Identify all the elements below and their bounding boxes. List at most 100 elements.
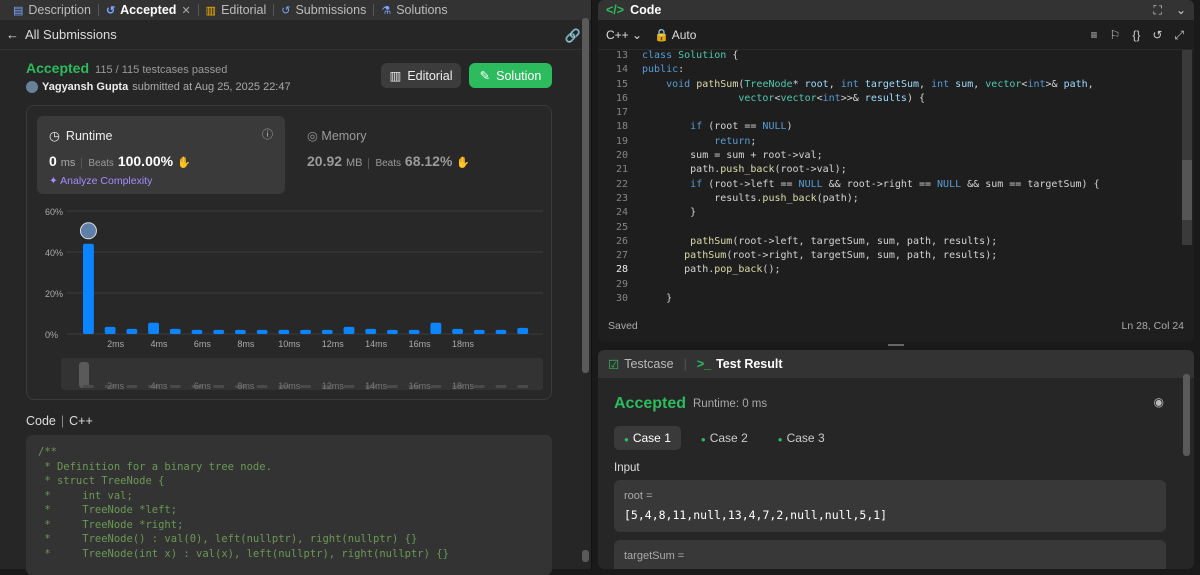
line-number: 26 <box>615 235 628 247</box>
code-line: * struct TreeNode { <box>38 475 165 487</box>
lock-icon: 🔒 <box>654 27 670 42</box>
info-icon[interactable]: ⓘ <box>262 126 273 142</box>
test-result-panel: ☑ Testcase | >_ Test Result Accepted Runti… <box>598 350 1194 569</box>
code-lines[interactable]: 13 class Solution {14 public: 15 void pathS… <box>598 49 1188 307</box>
runtime-value: 0 ms Beats 100.00% ✋ <box>49 153 191 169</box>
scrollbar[interactable] <box>582 18 589 373</box>
root-input[interactable]: root = [5,4,8,11,null,13,4,7,2,null,null… <box>614 480 1166 532</box>
editor-scrollbar-thumb[interactable] <box>1182 160 1192 220</box>
x-tick-label: 4ms <box>150 339 168 349</box>
link-icon[interactable]: 🔗 <box>565 28 581 44</box>
code-line: 13 class Solution { <box>598 49 1188 63</box>
overview-tick-label: 4ms <box>150 381 168 391</box>
code-line: 27 pathSum (root->right, targetSum, sum, … <box>598 249 1188 263</box>
panel-controls: ⛶ ⌄ <box>1154 3 1186 18</box>
memory-title[interactable]: ◎ Memory <box>307 128 367 143</box>
target-sum-input[interactable]: targetSum = <box>614 540 1166 569</box>
tab-testcase[interactable]: ☑ Testcase <box>608 357 674 372</box>
case-tab-1[interactable]: ● Case 1 <box>614 426 681 450</box>
bookmark-icon[interactable]: ⚐ <box>1110 28 1121 43</box>
overview-tick-label: 10ms <box>278 381 301 391</box>
code-token: void <box>666 78 697 90</box>
code-panel-header: </> Code <box>598 0 1194 20</box>
case-tab-3[interactable]: ● Case 3 <box>768 426 835 450</box>
format-icon[interactable]: ≡ <box>1091 28 1098 43</box>
overview-bar <box>495 385 507 388</box>
tab-solutions[interactable]: ⚗ Solutions <box>374 0 454 20</box>
code-line: * int val; <box>38 489 133 502</box>
x-tick-label: 12ms <box>322 339 345 349</box>
code-line: 30 } <box>598 292 1188 306</box>
code-token: pop_back <box>714 264 763 276</box>
code-line: 17 <box>598 106 1188 120</box>
code-token: , <box>919 78 932 90</box>
code-token: >& <box>1045 78 1064 90</box>
runtime-card[interactable]: ◷ Runtime ⓘ 0 ms Beats 100.00% ✋ ✦ Analyze… <box>37 116 285 194</box>
scrollbar-thumb[interactable] <box>582 550 589 562</box>
overview-bar <box>387 385 398 388</box>
runtime-title: ◷ Runtime <box>49 128 113 144</box>
solution-button[interactable]: ✎ Solution <box>469 63 552 88</box>
testcases-passed: 115 / 115 testcases passed <box>95 64 228 76</box>
case-tab-2[interactable]: ● Case 2 <box>691 426 758 450</box>
avatar-marker <box>79 222 97 240</box>
eye-icon[interactable]: ◉ <box>1154 395 1164 409</box>
code-token: TreeNode <box>744 78 793 90</box>
test-scrollbar[interactable] <box>1183 374 1190 456</box>
book-icon: ▥ <box>205 4 217 17</box>
overview-bar <box>300 385 311 388</box>
chart-bar <box>148 322 159 334</box>
maximize-icon[interactable]: ⛶ <box>1154 3 1162 18</box>
avatar[interactable] <box>26 81 38 93</box>
runtime-distribution-chart: 60% 40% 20% 0% 2ms 4ms 6ms 8ms 10ms 12ms 14ms 16ms 1… <box>45 207 543 391</box>
back-to-submissions[interactable]: ← All Submissions <box>0 20 591 50</box>
braces-icon[interactable]: {} <box>1132 28 1140 43</box>
code-line: 26 pathSum (root->left, targetSum, sum, p… <box>598 235 1188 249</box>
auto-mode[interactable]: 🔒 Auto <box>654 28 696 42</box>
close-icon[interactable]: ✕ <box>181 4 190 17</box>
code-token: vector <box>780 92 817 104</box>
line-number: 25 <box>615 221 628 233</box>
line-number: 14 <box>615 64 628 76</box>
code-line: 19 return; <box>598 135 1188 149</box>
code-token: (root->right, targetSum, sum, path, resu… <box>726 250 998 262</box>
tab-description[interactable]: ▤ Description <box>6 0 98 20</box>
left-tab-bar: ▤ Description ↺ Accepted ✕ ▥ Editorial ↺ Subm… <box>0 0 591 20</box>
line-number: 28 <box>615 264 628 276</box>
code-token: pathSum <box>690 235 733 247</box>
overview-bar <box>126 385 138 388</box>
chevron-down-icon[interactable]: ⌄ <box>1176 3 1186 18</box>
code-token: (root == <box>708 121 763 133</box>
analyze-complexity-button[interactable]: ✦ Analyze Complexity <box>49 175 152 187</box>
reset-icon[interactable]: ↺ <box>1152 28 1162 43</box>
user-name[interactable]: Yagyansh Gupta <box>42 81 128 93</box>
tab-submissions[interactable]: ↺ Submissions <box>274 0 373 20</box>
code-token: push_back <box>762 192 817 204</box>
overview-bar <box>343 385 355 388</box>
chart-bar <box>104 326 116 334</box>
fullscreen-icon[interactable]: ⤢ <box>1174 28 1184 43</box>
language-select[interactable]: C++ ⌄ <box>606 28 642 42</box>
overview-tick-label: 6ms <box>194 381 212 391</box>
submission-pane: ▤ Description ↺ Accepted ✕ ▥ Editorial ↺ Subm… <box>0 0 592 575</box>
code-token: } <box>642 293 673 305</box>
tab-accepted[interactable]: ↺ Accepted ✕ <box>99 0 198 20</box>
code-token: vector <box>985 78 1022 90</box>
resize-handle[interactable] <box>888 344 904 346</box>
line-number: 22 <box>615 178 628 190</box>
code-token: NULL <box>762 121 787 133</box>
code-line: 28 path. pop_back (); <box>598 263 1188 277</box>
tab-editorial[interactable]: ▥ Editorial <box>199 0 274 20</box>
book-icon: ▥ <box>389 69 402 83</box>
code-icon: </> <box>606 3 625 17</box>
test-panel-tabs: ☑ Testcase | >_ Test Result <box>598 350 1194 378</box>
code-line: 15 void pathSum(TreeNode * root, int targ… <box>598 78 1188 92</box>
chart-bar <box>83 243 94 334</box>
x-tick-label: 8ms <box>237 339 255 349</box>
editorial-button[interactable]: ▥ Editorial <box>381 63 461 88</box>
code-token: { <box>732 50 739 61</box>
submitted-code[interactable]: /** * Definition for a binary tree node.… <box>26 435 552 575</box>
tab-test-result[interactable]: >_ Test Result <box>697 357 783 371</box>
chart-bar <box>495 329 507 334</box>
